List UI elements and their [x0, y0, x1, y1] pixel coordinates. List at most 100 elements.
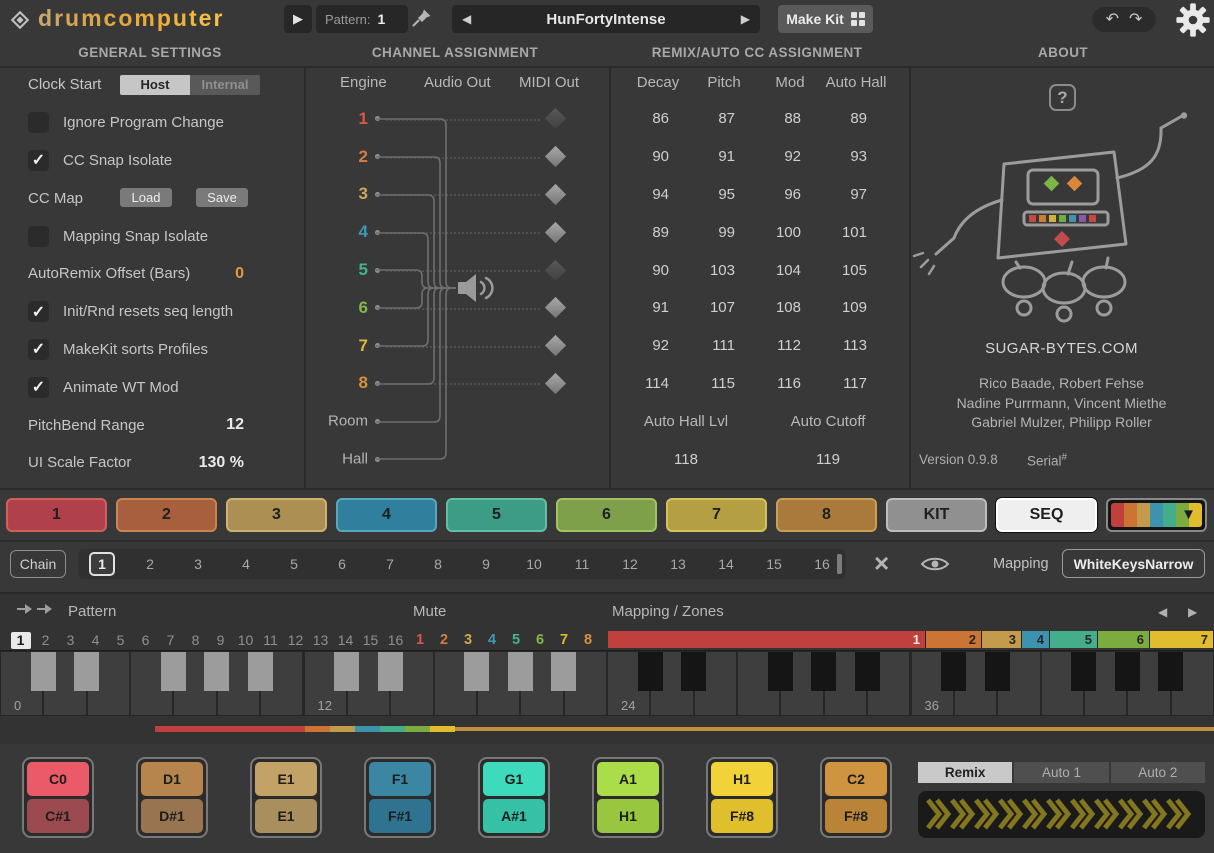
- zones-nav-left-icon[interactable]: ◀: [1158, 605, 1167, 619]
- midi-out-diamond-icon[interactable]: [545, 259, 566, 280]
- cc-value[interactable]: 93: [823, 148, 889, 165]
- cc-value[interactable]: 111: [691, 337, 757, 354]
- note-top-H1[interactable]: H1: [711, 762, 773, 796]
- cc-value[interactable]: 101: [823, 224, 889, 241]
- pattern-step-12[interactable]: 12: [283, 632, 308, 648]
- note-bottom-C#1[interactable]: C#1: [27, 799, 89, 833]
- make-kit-button[interactable]: Make Kit: [778, 5, 873, 33]
- cc-value[interactable]: 91: [691, 148, 757, 165]
- redo-icon[interactable]: ↷: [1129, 12, 1142, 28]
- tab-about[interactable]: ABOUT: [1038, 45, 1088, 60]
- chain-step-11[interactable]: 11: [558, 556, 606, 572]
- black-key[interactable]: [768, 652, 793, 691]
- note-pad-C0[interactable]: C0C#1: [22, 757, 94, 838]
- autoremix-offset-bars--value[interactable]: 0: [235, 265, 244, 283]
- black-key[interactable]: [941, 652, 966, 691]
- mapping-zone-7[interactable]: 7: [1150, 631, 1214, 648]
- black-key[interactable]: [31, 652, 56, 691]
- midi-out-diamond-icon[interactable]: [545, 146, 566, 167]
- note-pad-D1[interactable]: D1D#1: [136, 757, 208, 838]
- cc-value[interactable]: 104: [757, 262, 823, 279]
- checkbox-makekit-sorts-profiles[interactable]: ✓: [28, 339, 49, 360]
- mute-step-8[interactable]: 8: [576, 632, 600, 648]
- chain-step-4[interactable]: 4: [222, 556, 270, 572]
- note-top-F1[interactable]: F1: [369, 762, 431, 796]
- black-key[interactable]: [464, 652, 489, 691]
- eye-icon[interactable]: [920, 554, 950, 574]
- black-key[interactable]: [204, 652, 229, 691]
- pattern-step-5[interactable]: 5: [108, 632, 133, 648]
- note-bottom-D#1[interactable]: D#1: [141, 799, 203, 833]
- pattern-step-15[interactable]: 15: [358, 632, 383, 648]
- black-key[interactable]: [378, 652, 403, 691]
- cc-value[interactable]: 92: [757, 148, 823, 165]
- cc-value[interactable]: 107: [691, 299, 757, 316]
- engine-pad-8-button[interactable]: 8: [776, 498, 877, 532]
- black-key[interactable]: [74, 652, 99, 691]
- chain-step-7[interactable]: 7: [366, 556, 414, 572]
- mapping-zone-6[interactable]: 6: [1098, 631, 1150, 648]
- mapping-zone-2[interactable]: 2: [926, 631, 982, 648]
- cc-value[interactable]: 88: [757, 110, 823, 127]
- note-top-A1[interactable]: A1: [597, 762, 659, 796]
- pattern-step-10[interactable]: 10: [233, 632, 258, 648]
- settings-gear-icon[interactable]: [1174, 1, 1212, 39]
- cc-value[interactable]: 89: [823, 110, 889, 127]
- note-bottom-H1[interactable]: H1: [597, 799, 659, 833]
- note-pad-H1[interactable]: H1F#8: [706, 757, 778, 838]
- black-key[interactable]: [161, 652, 186, 691]
- chain-step-10[interactable]: 10: [510, 556, 558, 572]
- chain-step-13[interactable]: 13: [654, 556, 702, 572]
- checkbox-cc-snap-isolate[interactable]: ✓: [28, 150, 49, 171]
- pattern-step-6[interactable]: 6: [133, 632, 158, 648]
- pattern-step-16[interactable]: 16: [383, 632, 408, 648]
- mapping-zone-5[interactable]: 5: [1050, 631, 1098, 648]
- mode-tab-auto-2[interactable]: Auto 2: [1111, 762, 1205, 783]
- cc-value[interactable]: 87: [691, 110, 757, 127]
- cc-map-save-button[interactable]: Save: [196, 188, 248, 207]
- engine-pad-3-button[interactable]: 3: [226, 498, 327, 532]
- pattern-step-8[interactable]: 8: [183, 632, 208, 648]
- engine-pad-5-button[interactable]: 5: [446, 498, 547, 532]
- note-bottom-F#8[interactable]: F#8: [711, 799, 773, 833]
- chain-button[interactable]: Chain: [10, 550, 66, 578]
- pattern-step-13[interactable]: 13: [308, 632, 333, 648]
- cc-value[interactable]: 89: [625, 224, 691, 241]
- engine-pad-1-button[interactable]: 1: [6, 498, 107, 532]
- black-key[interactable]: [1115, 652, 1140, 691]
- ui-scale-factor-value[interactable]: 130 %: [199, 454, 244, 472]
- note-pad-F1[interactable]: F1F#1: [364, 757, 436, 838]
- preset-name[interactable]: HunFortyIntense: [480, 11, 732, 28]
- mute-step-3[interactable]: 3: [456, 632, 480, 648]
- cc-value[interactable]: 113: [823, 337, 889, 354]
- clock-start-internal-button[interactable]: Internal: [190, 75, 260, 95]
- black-key[interactable]: [1071, 652, 1096, 691]
- cc-value[interactable]: 96: [757, 186, 823, 203]
- mode-tab-auto-1[interactable]: Auto 1: [1014, 762, 1108, 783]
- engine-pad-4-button[interactable]: 4: [336, 498, 437, 532]
- tab-remix-auto-cc[interactable]: REMIX/AUTO CC ASSIGNMENT: [652, 45, 863, 60]
- cc-value[interactable]: 100: [757, 224, 823, 241]
- help-button[interactable]: ?: [1049, 84, 1076, 111]
- black-key[interactable]: [248, 652, 273, 691]
- cc-value[interactable]: 95: [691, 186, 757, 203]
- midi-out-diamond-icon[interactable]: [545, 222, 566, 243]
- note-bottom-E1[interactable]: E1: [255, 799, 317, 833]
- cc-value[interactable]: 94: [625, 186, 691, 203]
- note-bottom-F#8[interactable]: F#8: [825, 799, 887, 833]
- note-pad-E1[interactable]: E1E1: [250, 757, 322, 838]
- pattern-step-9[interactable]: 9: [208, 632, 233, 648]
- clear-x-icon[interactable]: ×: [874, 548, 889, 579]
- seq-tab-button[interactable]: SEQ: [996, 498, 1097, 532]
- midi-out-diamond-icon[interactable]: [545, 184, 566, 205]
- note-top-E1[interactable]: E1: [255, 762, 317, 796]
- note-top-C2[interactable]: C2: [825, 762, 887, 796]
- note-top-C0[interactable]: C0: [27, 762, 89, 796]
- pattern-step-1[interactable]: 1: [11, 632, 31, 649]
- kit-tab-button[interactable]: KIT: [886, 498, 987, 532]
- zones-nav-right-icon[interactable]: ▶: [1188, 605, 1197, 619]
- chain-step-15[interactable]: 15: [750, 556, 798, 572]
- cc-map-load-button[interactable]: Load: [120, 188, 172, 207]
- black-key[interactable]: [855, 652, 880, 691]
- cc-value[interactable]: 114: [625, 375, 691, 392]
